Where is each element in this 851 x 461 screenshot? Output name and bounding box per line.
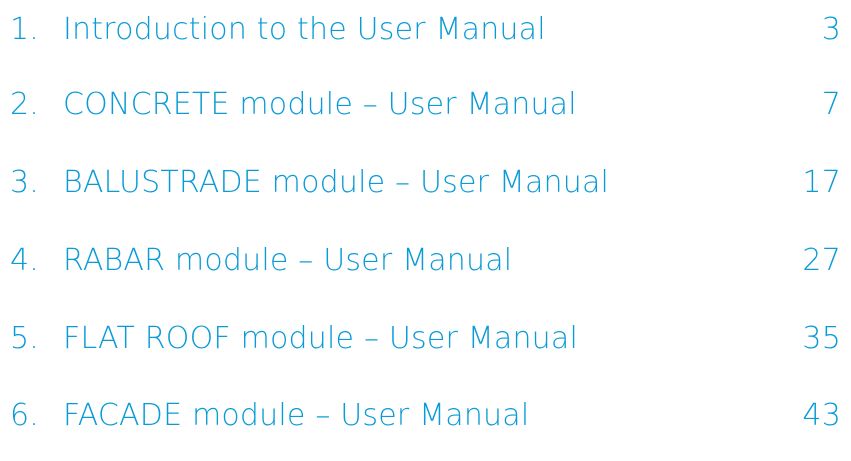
toc-entry-rabar-module[interactable]: 4. RABAR module – User Manual 27: [0, 231, 851, 291]
table-of-contents: 1. Introduction to the User Manual 3 2. …: [0, 0, 851, 461]
toc-entry-page-number: 43: [802, 398, 841, 433]
toc-entry-number: 4.: [10, 243, 40, 278]
toc-entry-title: FACADE module – User Manual: [63, 398, 530, 433]
toc-entry-number: 1.: [10, 12, 40, 47]
toc-entry-facade-module[interactable]: 6. FACADE module – User Manual 43: [0, 386, 851, 446]
toc-entry-title: RABAR module – User Manual: [63, 243, 513, 278]
toc-entry-title: CONCRETE module – User Manual: [63, 87, 577, 122]
toc-entry-balustrade-module[interactable]: 3. BALUSTRADE module – User Manual 17: [0, 153, 851, 213]
toc-entry-number: 2.: [10, 87, 40, 122]
toc-entry-title: Introduction to the User Manual: [63, 12, 546, 47]
toc-entry-introduction[interactable]: 1. Introduction to the User Manual 3: [0, 0, 851, 60]
toc-entry-page-number: 27: [802, 243, 841, 278]
toc-entry-title: FLAT ROOF module – User Manual: [63, 321, 579, 356]
toc-entry-page-number: 3: [821, 12, 841, 47]
toc-entry-flat-roof-module[interactable]: 5. FLAT ROOF module – User Manual 35: [0, 309, 851, 369]
toc-entry-number: 3.: [10, 165, 40, 200]
toc-entry-page-number: 7: [821, 87, 841, 122]
toc-entry-number: 5.: [10, 321, 40, 356]
toc-entry-concrete-module[interactable]: 2. CONCRETE module – User Manual 7: [0, 75, 851, 135]
toc-entry-title: BALUSTRADE module – User Manual: [63, 165, 610, 200]
toc-entry-page-number: 35: [802, 321, 841, 356]
toc-entry-number: 6.: [10, 398, 40, 433]
toc-entry-page-number: 17: [802, 165, 841, 200]
